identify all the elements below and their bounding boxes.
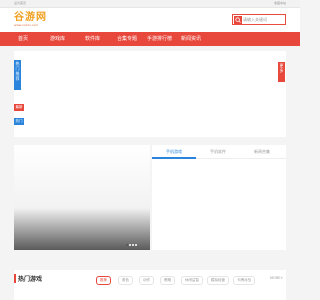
category-chip[interactable]: 卡牌对战 (233, 276, 255, 285)
tab-mobile-games[interactable]: 手机游戏 (166, 149, 182, 155)
active-tab-indicator (152, 157, 196, 159)
logo-url: www.xxxxx.com (14, 23, 39, 27)
bookmark-link[interactable]: 收藏本站 (274, 1, 286, 5)
nav-item-software[interactable]: 软件库 (85, 35, 100, 42)
set-homepage-link[interactable]: 设为首页 (14, 1, 26, 5)
category-chip[interactable]: 推荐 (96, 276, 111, 285)
slider-dot[interactable] (135, 244, 137, 246)
tag-latest[interactable]: 最新 (14, 104, 24, 111)
nav-item-home[interactable]: 首页 (18, 35, 28, 42)
category-chip[interactable]: 模拟经营 (207, 276, 229, 285)
slider-dots (126, 244, 137, 246)
tab-mobile-software[interactable]: 手机软件 (210, 149, 226, 155)
category-chip[interactable]: 动作 (139, 276, 154, 285)
slider-dot[interactable] (132, 244, 134, 246)
nav-item-news[interactable]: 新闻资讯 (181, 35, 201, 42)
image-slider[interactable] (14, 145, 150, 250)
slider-dot[interactable] (129, 244, 131, 246)
banner-side-tag-left[interactable]: 热门推荐 (14, 60, 21, 90)
nav-item-games[interactable]: 游戏库 (50, 35, 65, 42)
banner-area[interactable] (14, 51, 286, 137)
search-box[interactable]: 请输入关键词 (232, 14, 286, 25)
logo-text: 谷游网 (14, 12, 47, 23)
more-link[interactable]: MORE+ (270, 276, 283, 280)
topbar: 设为首页 收藏本站 (0, 0, 300, 8)
search-icon[interactable] (234, 16, 242, 24)
hot-games-title: 热门游戏 (18, 276, 43, 283)
tag-hot[interactable]: 热门 (14, 118, 24, 125)
search-input[interactable]: 请输入关键词 (243, 17, 267, 23)
category-chip[interactable]: 休闲益智 (181, 276, 203, 285)
hot-games-section (14, 270, 286, 300)
banner-side-tag-right[interactable]: 更多 (278, 62, 285, 82)
tab-bar: 手机游戏 手机软件 新闻合集 (152, 145, 286, 159)
tab-news-collections[interactable]: 新闻合集 (254, 149, 270, 155)
site-logo[interactable]: 谷游网 www.xxxxx.com (14, 12, 47, 28)
slider-dot[interactable] (126, 244, 128, 246)
nav-item-ranking[interactable]: 手游排行榜 (147, 35, 172, 42)
main-nav: 首页 游戏库 软件库 合集专题 手游排行榜 新闻资讯 (0, 32, 300, 46)
tabs-panel: 手机游戏 手机软件 新闻合集 (152, 145, 286, 250)
section-accent-bar (14, 274, 16, 283)
category-chip[interactable]: 角色 (118, 276, 133, 285)
category-chip[interactable]: 策略 (160, 276, 175, 285)
nav-item-collections[interactable]: 合集专题 (117, 35, 137, 42)
